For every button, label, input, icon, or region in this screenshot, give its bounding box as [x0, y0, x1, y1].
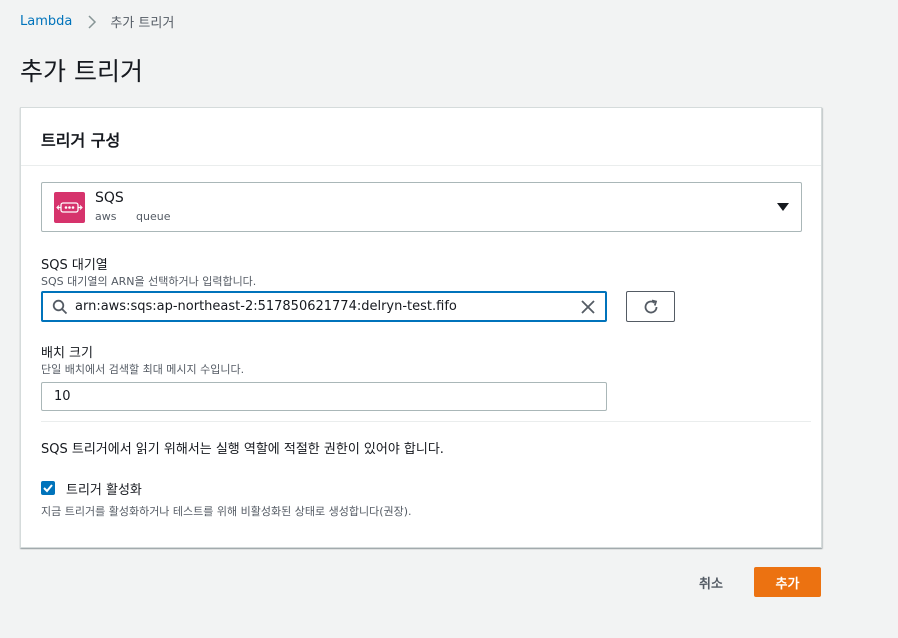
queue-field-description: SQS 대기열의 ARN을 선택하거나 입력합니다. [41, 275, 257, 288]
queue-arn-input[interactable] [75, 293, 565, 320]
add-trigger-page: Lambda 추가 트리거 추가 트리거 트리거 구성 SQS aws queu… [0, 0, 898, 638]
add-button[interactable]: 추가 [754, 567, 821, 597]
refresh-icon [644, 299, 658, 314]
trigger-select-dropdown[interactable]: SQS aws queue [41, 182, 802, 232]
enable-trigger-label[interactable]: 트리거 활성화 [66, 479, 142, 498]
card-title: 트리거 구성 [41, 131, 121, 150]
trigger-tag-aws: aws [95, 210, 117, 223]
enable-trigger-checkbox[interactable] [41, 481, 55, 495]
breadcrumb: Lambda 추가 트리거 [20, 12, 174, 31]
cancel-button[interactable]: 취소 [683, 567, 739, 597]
queue-field-label: SQS 대기열 [41, 258, 108, 273]
batch-field-description: 단일 배치에서 검색할 최대 메시지 수입니다. [41, 363, 245, 376]
trigger-name: SQS [95, 190, 124, 206]
breadcrumb-lambda-link[interactable]: Lambda [20, 14, 72, 29]
breadcrumb-current: 추가 트리거 [110, 16, 175, 31]
permission-note: SQS 트리거에서 읽기 위해서는 실행 역할에 적절한 권한이 있어야 합니다… [41, 442, 444, 457]
enable-trigger-description: 지금 트리거를 활성화하거나 테스트를 위해 비활성화된 상태로 생성합니다(권… [41, 505, 412, 518]
chevron-right-icon [86, 14, 98, 29]
search-icon [52, 299, 68, 319]
batch-size-input[interactable] [41, 382, 607, 411]
trigger-tag-queue: queue [136, 210, 171, 223]
caret-down-icon [777, 203, 789, 211]
batch-field-label: 배치 크기 [41, 346, 93, 361]
trigger-config-card: 트리거 구성 SQS aws queue SQS 대기열 SQS 대기열의 AR… [20, 107, 822, 548]
sqs-icon [54, 192, 85, 223]
page-title: 추가 트리거 [20, 57, 143, 86]
close-icon[interactable] [580, 299, 596, 319]
queue-search-box [41, 291, 607, 322]
card-header: 트리거 구성 [21, 108, 821, 166]
divider [41, 421, 811, 422]
refresh-button[interactable] [626, 291, 675, 322]
checkmark-icon [43, 484, 53, 493]
